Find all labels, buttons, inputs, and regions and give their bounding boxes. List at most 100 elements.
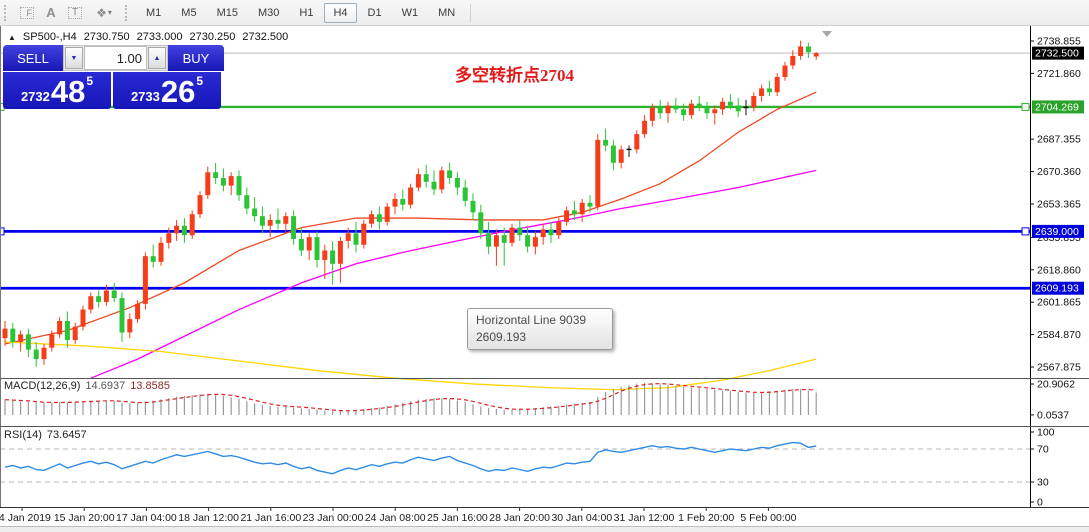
candle-up bbox=[322, 250, 328, 260]
line-anchor-right[interactable] bbox=[1021, 102, 1030, 111]
rsi-axis-label: 30 bbox=[1037, 477, 1049, 489]
macd-axis-label: 20.9062 bbox=[1037, 379, 1075, 391]
time-axis-label: 25 Jan 16:00 bbox=[427, 512, 488, 524]
shapes-tool-button[interactable]: ❖ ▾ bbox=[87, 3, 121, 23]
high-value: 2733.000 bbox=[136, 31, 183, 43]
letter-a-icon: A bbox=[46, 5, 56, 20]
price-axis-badge-value: 2732.500 bbox=[1035, 48, 1079, 60]
buy-price-box[interactable]: 2733 26 5 bbox=[113, 72, 221, 109]
timeframe-button-w1[interactable]: W1 bbox=[393, 3, 428, 23]
macd-indicator-label: MACD(12,26,9) 14.6937 13.8585 bbox=[4, 380, 170, 392]
chart-shift-marker-icon[interactable] bbox=[822, 31, 832, 37]
candle-down bbox=[805, 46, 811, 53]
candle-up bbox=[2, 328, 8, 339]
tooltip-object-value: 2609.193 bbox=[476, 330, 527, 344]
candle-down bbox=[298, 239, 304, 251]
buy-price-prefix: 2733 bbox=[130, 89, 160, 104]
timeframe-button-h4[interactable]: H4 bbox=[324, 2, 357, 23]
ohlc-header: ▲ SP500-,H4 2730.750 2733.000 2730.250 2… bbox=[8, 31, 288, 43]
chart-text-annotation[interactable]: 多空转折点2704 bbox=[455, 61, 574, 86]
buy-button[interactable]: BUY bbox=[168, 45, 224, 71]
candle-up bbox=[166, 233, 172, 243]
candle-up bbox=[197, 195, 203, 215]
candle-down bbox=[548, 229, 554, 236]
time-axis-label: 17 Jan 04:00 bbox=[116, 512, 177, 524]
candle-down bbox=[501, 235, 507, 243]
rsi-axis-label: 0 bbox=[1037, 497, 1043, 509]
candle-up bbox=[688, 103, 694, 116]
timeframe-button-m15[interactable]: M15 bbox=[208, 3, 247, 23]
candle-up bbox=[712, 109, 718, 114]
candle-up bbox=[813, 53, 819, 57]
timeframe-button-m30[interactable]: M30 bbox=[249, 3, 288, 23]
candle-down bbox=[727, 101, 733, 106]
time-axis-label: 15 Jan 20:00 bbox=[54, 512, 115, 524]
time-axis-label: 30 Jan 04:00 bbox=[551, 512, 612, 524]
timeframe-group: M1 M5 M15 M30 H1 H4 D1 W1 MN bbox=[136, 2, 465, 23]
timeframe-button-m5[interactable]: M5 bbox=[172, 3, 205, 23]
candle-down bbox=[259, 216, 265, 226]
timeframe-button-mn[interactable]: MN bbox=[429, 3, 464, 23]
shapes-icon: ❖ bbox=[96, 5, 107, 20]
candle-down bbox=[603, 139, 609, 146]
macd-main-value: 14.6937 bbox=[85, 380, 126, 392]
volume-increase-button[interactable]: ▲ bbox=[148, 47, 166, 69]
time-axis-label: 1 Feb 20:00 bbox=[678, 512, 734, 524]
price-axis-label: 2670.360 bbox=[1037, 166, 1081, 178]
sell-button[interactable]: SELL bbox=[3, 45, 63, 71]
candle-up bbox=[103, 290, 109, 302]
sell-price-big: 48 bbox=[50, 74, 86, 109]
candle-down bbox=[119, 298, 125, 333]
candle-up bbox=[408, 187, 414, 205]
price-axis-badge-value: 2609.193 bbox=[1035, 283, 1079, 295]
price-axis-badge-value: 2704.269 bbox=[1035, 101, 1079, 113]
candle-down bbox=[33, 349, 39, 360]
candle-up bbox=[493, 235, 499, 247]
rsi-title-text: RSI(14) bbox=[4, 429, 42, 441]
candle-up bbox=[665, 105, 671, 114]
text-label-icon[interactable]: A bbox=[39, 3, 63, 23]
candle-down bbox=[64, 321, 70, 341]
line-anchor-right[interactable] bbox=[1021, 227, 1030, 236]
one-click-trading-panel: SELL ▼ 1.00 ▲ BUY 2732 48 5 2733 26 5 bbox=[3, 45, 224, 109]
candle-up bbox=[267, 219, 273, 226]
candle-down bbox=[111, 290, 117, 299]
candle-up bbox=[369, 214, 375, 224]
letter-t-icon: T bbox=[68, 6, 82, 19]
timeframe-button-h1[interactable]: H1 bbox=[290, 3, 322, 23]
tooltip-object-name: Horizontal Line 9039 bbox=[476, 313, 587, 327]
candle-up bbox=[579, 202, 585, 215]
rsi-indicator-label: RSI(14) 73.6457 bbox=[4, 429, 87, 441]
candle-down bbox=[400, 198, 406, 205]
low-value: 2730.250 bbox=[189, 31, 236, 43]
candle-down bbox=[486, 233, 492, 247]
close-value: 2732.500 bbox=[242, 31, 289, 43]
crosshair-grid-icon[interactable]: F bbox=[15, 3, 39, 23]
ma-fast-red bbox=[4, 91, 817, 345]
volume-decrease-button[interactable]: ▼ bbox=[65, 47, 83, 69]
candle-up bbox=[49, 334, 55, 348]
volume-input[interactable]: 1.00 bbox=[84, 46, 147, 70]
candle-up bbox=[642, 120, 648, 135]
sell-price-box[interactable]: 2732 48 5 bbox=[3, 72, 111, 109]
timeframe-button-m1[interactable]: M1 bbox=[137, 3, 170, 23]
candle-up bbox=[774, 76, 780, 93]
time-axis-label: 18 Jan 12:00 bbox=[178, 512, 239, 524]
candle-down bbox=[657, 107, 663, 114]
candle-down bbox=[252, 208, 258, 217]
candle-up bbox=[205, 172, 211, 196]
toolbar-grip[interactable] bbox=[4, 4, 11, 21]
timeframe-button-d1[interactable]: D1 bbox=[359, 3, 391, 23]
toolbar-grip[interactable] bbox=[125, 4, 132, 21]
candle-up bbox=[509, 227, 515, 243]
candle-down bbox=[571, 210, 577, 215]
candle-up bbox=[649, 107, 655, 121]
open-value: 2730.750 bbox=[83, 31, 130, 43]
candle-down bbox=[696, 103, 702, 108]
collapse-panel-icon[interactable]: ▲ bbox=[8, 33, 16, 42]
text-box-icon[interactable]: T bbox=[63, 3, 87, 23]
candle-up bbox=[759, 88, 765, 97]
candle-down bbox=[681, 109, 687, 116]
time-axis-label: 31 Jan 12:00 bbox=[614, 512, 675, 524]
candle-up bbox=[306, 237, 312, 251]
